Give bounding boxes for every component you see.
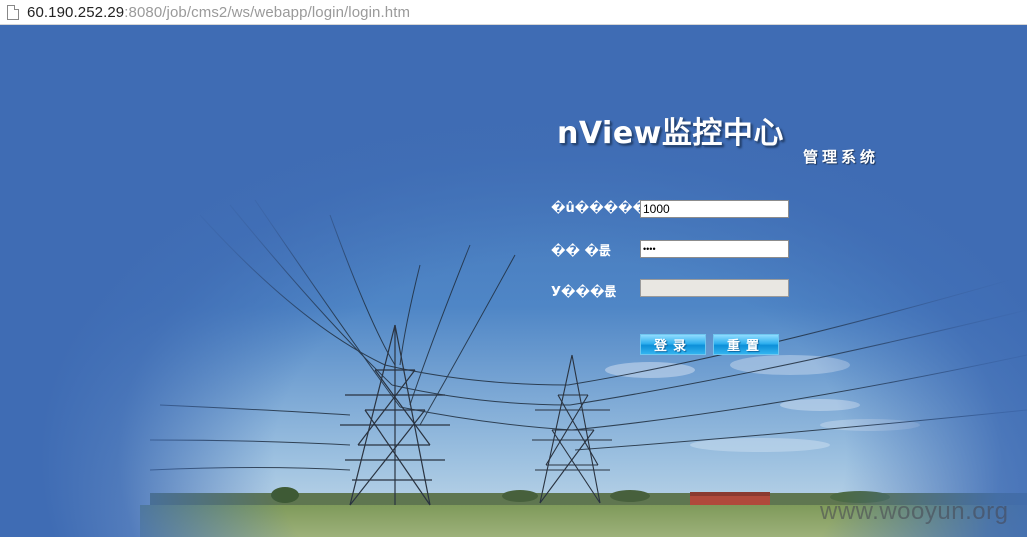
reset-button[interactable]: 重置 [713, 334, 779, 355]
page-icon [7, 4, 19, 20]
password-label: �� �룺 [551, 244, 611, 259]
watermark: www.wooyun.org [820, 498, 1009, 525]
app-title: nView监控中心 [557, 116, 784, 151]
url-path: :8080/job/cms2/ws/webapp/login/login.htm [124, 3, 411, 21]
password-input[interactable]: •••• [640, 240, 789, 258]
browser-address-bar[interactable]: 60.190.252.29:8080/job/cms2/ws/webapp/lo… [0, 0, 1027, 25]
username-label: �û����� [551, 201, 648, 216]
url-host: 60.190.252.29 [27, 3, 125, 21]
login-button[interactable]: 登录 [640, 334, 706, 355]
app-subtitle: 管理系统 [803, 148, 880, 166]
power-lines-background [0, 25, 1027, 537]
captcha-label: У���룺 [551, 285, 617, 300]
url-text[interactable]: 60.190.252.29:8080/job/cms2/ws/webapp/lo… [27, 4, 410, 21]
captcha-input[interactable] [640, 279, 789, 297]
login-page: nView监控中心 管理系统 �û����� 1000 �� �룺 •••• У… [0, 25, 1027, 537]
username-input[interactable]: 1000 [640, 200, 789, 218]
